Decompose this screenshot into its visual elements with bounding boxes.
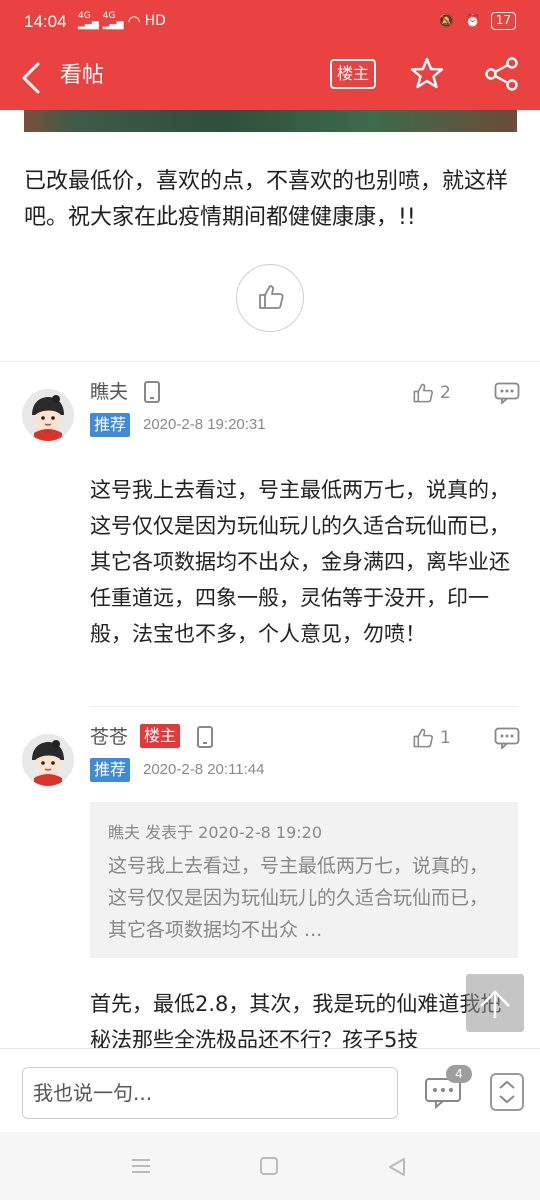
vibrate-icon: 🔕 (438, 13, 455, 29)
comment-username[interactable]: 瞧夫 (90, 380, 128, 404)
quote-body: 这号我上去看过，号主最低两万七，说真的，这号仅仅是因为玩仙玩儿的久适合玩仙而已，… (108, 855, 489, 941)
signal-indicators: 4G ▂▄▆ 4G ▂▄▆ ◠ HD (78, 11, 166, 31)
reply-comment-icon[interactable] (494, 382, 520, 404)
jump-floor-button[interactable] (490, 1073, 524, 1111)
post-body-text: 已改最低价，喜欢的点，不喜欢的也别喷，就这样吧。祝大家在此疫情期间都健健康康，!… (24, 169, 509, 230)
thumb-up-icon (259, 285, 284, 309)
divider (0, 361, 540, 362)
thumb-up-icon (413, 383, 433, 403)
comment-like-button[interactable]: 2 (412, 382, 451, 404)
signal-4g-1-icon: 4G ▂▄▆ (78, 11, 99, 30)
mobile-device-icon (197, 726, 213, 748)
status-bar: 14:04 4G ▂▄▆ 4G ▂▄▆ ◠ HD 🔕 ⏰ 17 (0, 0, 540, 46)
comment-text: 首先，最低2.8，其次，我是玩的仙难道我把秘法那些全洗极品还不行？孩子5技 (90, 992, 502, 1048)
post-like-button[interactable] (236, 264, 304, 332)
menu-icon[interactable] (130, 1156, 152, 1176)
comment-time: 2020-2-8 20:11:44 (143, 761, 265, 778)
scroll-to-top-button[interactable] (466, 974, 524, 1032)
owner-badge: 楼主 (140, 724, 181, 748)
avatar-cartoon-icon (22, 734, 74, 786)
share-icon[interactable] (484, 56, 520, 92)
divider (90, 706, 518, 707)
post-image[interactable] (24, 110, 517, 132)
page-title: 看帖 (60, 63, 105, 88)
comment-count-badge: 4 (446, 1065, 472, 1083)
arrow-up-icon (480, 990, 510, 1018)
home-icon[interactable] (259, 1156, 279, 1176)
reply-comment-icon[interactable] (494, 727, 520, 749)
status-time: 14:04 (24, 12, 67, 31)
battery-icon: 17 (490, 12, 516, 30)
mobile-device-icon (144, 381, 160, 403)
thumb-up-icon (413, 728, 433, 748)
comment-like-button[interactable]: 1 (412, 727, 451, 749)
recommend-badge: 推荐 (90, 758, 131, 782)
like-count: 1 (440, 728, 451, 748)
favorite-star-icon[interactable] (410, 56, 444, 90)
quote-header: 瞧夫 发表于 2020-2-8 19:20 (108, 823, 322, 842)
like-count: 2 (440, 383, 451, 403)
comment-time: 2020-2-8 19:20:31 (143, 416, 266, 433)
quoted-comment[interactable]: 瞧夫 发表于 2020-2-8 19:20 这号我上去看过，号主最低两万七，说真… (90, 802, 518, 958)
system-nav-bar (0, 1132, 540, 1200)
reply-bar: 我也说一句... 4 (0, 1048, 540, 1132)
comment-text: 这号我上去看过，号主最低两万七，说真的，这号仅仅是因为玩仙玩儿的久适合玩仙而已，… (90, 478, 510, 646)
up-down-arrows-icon (499, 1080, 515, 1104)
avatar-cartoon-icon (22, 389, 74, 441)
avatar[interactable] (22, 734, 74, 786)
alarm-icon: ⏰ (464, 13, 481, 29)
comment-username[interactable]: 苍苍 (90, 725, 128, 749)
hd-label: HD (144, 13, 166, 29)
back-arrow-icon[interactable] (18, 58, 46, 98)
louzhu-only-button[interactable]: 楼主 (330, 59, 376, 89)
avatar[interactable] (22, 389, 74, 441)
app-header: 看帖 楼主 (0, 46, 540, 110)
back-nav-icon[interactable] (386, 1156, 408, 1178)
status-right-icons: 🔕 ⏰ 17 (438, 12, 516, 30)
recommend-badge: 推荐 (90, 413, 131, 437)
reply-input[interactable]: 我也说一句... (22, 1067, 398, 1119)
signal-4g-2-icon: 4G ▂▄▆ (102, 11, 124, 30)
wifi-icon: ◠ (127, 12, 141, 30)
